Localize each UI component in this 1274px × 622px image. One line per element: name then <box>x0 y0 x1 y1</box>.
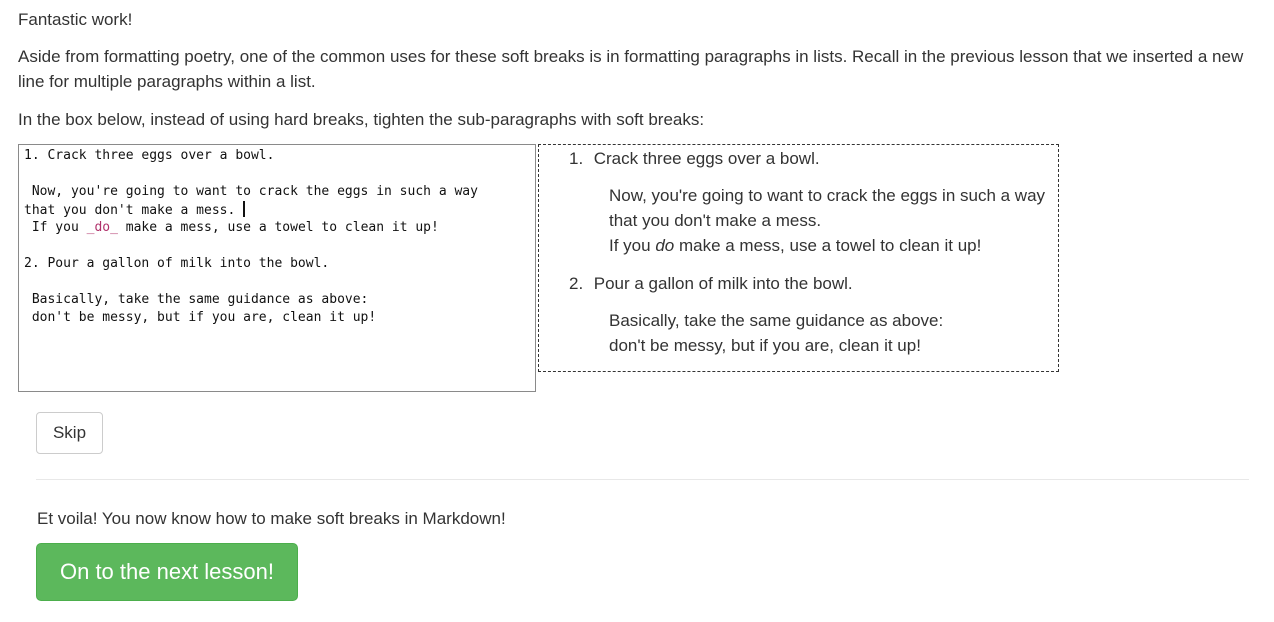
list-number: 2. <box>569 274 584 293</box>
emphasis-text: do <box>655 236 675 255</box>
editor-line-text: If you <box>24 220 87 235</box>
list-item-text: Pour a gallon of milk into the bowl. <box>593 274 853 293</box>
praise-text: Fantastic work! <box>18 10 133 29</box>
editor-line: Basically, take the same guidance as abo… <box>24 292 369 307</box>
editor-line: that you don't make a mess. <box>24 201 535 219</box>
sub-paragraph-text: Basically, take the same guidance as abo… <box>609 311 944 330</box>
preview-sub-paragraph-1: Now, you're going to want to crack the e… <box>609 183 1049 258</box>
editor-line: If you _do_ make a mess, use a towel to … <box>24 219 535 237</box>
markdown-editor[interactable]: 1. Crack three eggs over a bowl. Now, yo… <box>18 144 536 392</box>
text-caret <box>243 201 246 217</box>
editor-line: 2. Pour a gallon of milk into the bowl. <box>24 256 330 271</box>
instruction-text: In the box below, instead of using hard … <box>18 110 705 129</box>
sub-paragraph-text: If you <box>609 236 656 255</box>
sub-paragraph-text: Now, you're going to want to crack the e… <box>609 186 1046 230</box>
list-item-text: Crack three eggs over a bowl. <box>593 149 820 168</box>
completion-text: Et voila! You now know how to make soft … <box>37 509 506 528</box>
editor-line: Now, you're going to want to crack the e… <box>24 184 478 199</box>
editor-line-text: that you don't make a mess. <box>24 203 236 218</box>
sub-paragraph-text: don't be messy, but if you are, clean it… <box>609 336 921 355</box>
lesson-paragraph: Aside from formatting poetry, one of the… <box>18 47 1244 91</box>
markdown-preview: 1. Crack three eggs over a bowl. Now, yo… <box>538 144 1059 372</box>
section-divider <box>36 479 1249 480</box>
skip-button[interactable]: Skip <box>36 412 103 454</box>
editor-line-text: make a mess, use a towel to clean it up! <box>117 220 439 235</box>
list-number: 1. <box>569 149 584 168</box>
next-lesson-button[interactable]: On to the next lesson! <box>36 543 298 601</box>
sub-paragraph-text: make a mess, use a towel to clean it up! <box>674 236 982 255</box>
editor-emphasis-markup: _do_ <box>86 220 118 235</box>
editor-line: 1. Crack three eggs over a bowl. <box>24 148 275 163</box>
preview-sub-paragraph-2: Basically, take the same guidance as abo… <box>609 308 1049 358</box>
preview-list-item-2: 2. Pour a gallon of milk into the bowl. <box>569 271 853 296</box>
preview-list-item-1: 1. Crack three eggs over a bowl. <box>569 146 820 171</box>
editor-line: don't be messy, but if you are, clean it… <box>24 310 377 325</box>
